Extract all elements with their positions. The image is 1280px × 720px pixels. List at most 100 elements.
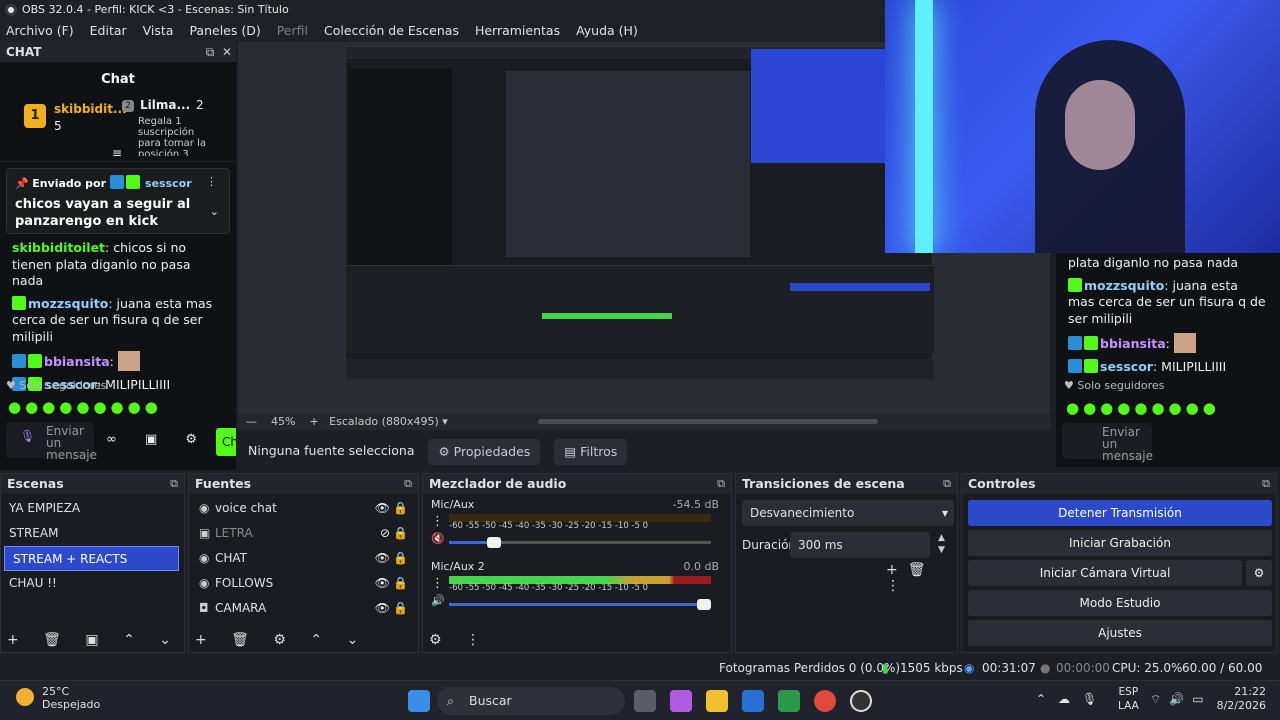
volume-slider[interactable]	[449, 537, 711, 548]
source-item[interactable]: ◘ CAMARA 👁 🔒	[189, 596, 418, 621]
emote-bar: ●●●●●●●●●	[1066, 399, 1220, 417]
gear-icon: ⚙	[438, 443, 454, 459]
start-recording-button[interactable]: Iniciar Grabación	[968, 530, 1272, 556]
sources-dock: Fuentes ⧉ ◉ voice chat 👁 🔒 ▣ LETRA ⊘ 🔒 ◉ CHAT 👁 🔒 …	[188, 473, 419, 653]
task-view-icon[interactable]	[634, 690, 656, 712]
duration-stepper[interactable]: ▲ ▼	[938, 532, 945, 556]
more-icon[interactable]: ⋮	[431, 514, 444, 529]
menu-vista[interactable]: Vista	[137, 20, 180, 42]
float-icon[interactable]: ⧉	[170, 474, 178, 494]
speaker-icon[interactable]: 🔊	[431, 594, 445, 607]
menu-paneles[interactable]: Paneles (D)	[183, 20, 266, 42]
meter-ticks: -60 -55 -50 -45 -40 -35 -30 -25 -20 -15 …	[449, 583, 649, 593]
sources-title: Fuentes	[195, 476, 252, 491]
chat-message: bbiansita:	[0, 351, 236, 371]
sheets-icon[interactable]	[778, 690, 800, 712]
float-icon[interactable]: ⧉	[717, 474, 725, 494]
taskbar-search[interactable]: ⌕ Buscar	[437, 687, 625, 715]
weather-widget[interactable]: 25°C Despejado	[16, 685, 100, 711]
filters-button[interactable]: ▤ Filtros	[554, 438, 628, 465]
preview-scrollbar[interactable]	[538, 419, 878, 424]
start-virtualcam-button[interactable]: Iniciar Cámara Virtual	[968, 560, 1242, 586]
menu-archivo[interactable]: Archivo (F)	[0, 20, 80, 42]
scene-toolbar[interactable]: + 🗑 ▣ ⌃ ⌄	[7, 632, 181, 648]
scene-item-selected[interactable]: STREAM + REACTS	[4, 546, 179, 571]
leader2-note: Regala 1 suscripción para tomar la posic…	[138, 116, 206, 156]
scaled-label[interactable]: Escalado (880x495)	[329, 415, 439, 428]
menu-lines-icon[interactable]: ≡	[112, 146, 122, 160]
transition-select[interactable]: Desvanecimiento ▾	[742, 500, 954, 526]
track-name: Mic/Aux 2	[431, 560, 485, 573]
leaderboard: 1 skibbidit... 5 2 Lilma... 2 Regala 1 s…	[0, 96, 236, 162]
chrome-icon[interactable]	[814, 690, 836, 712]
clock[interactable]: 21:22 8/2/2026	[1217, 685, 1266, 713]
float-icon[interactable]: ⧉	[404, 474, 412, 494]
pinned-message: 📌 Enviado por sesscor ⋮ chicos vayan a s…	[6, 168, 230, 234]
scene-item[interactable]: CHAU !!	[1, 571, 184, 596]
browser-icon: ◉	[199, 501, 210, 515]
language-indicator[interactable]: ESP LAA	[1118, 685, 1139, 713]
copilot-icon[interactable]	[670, 690, 692, 712]
leader1-name: skibbidit...	[54, 102, 127, 116]
volume-slider[interactable]	[449, 599, 711, 610]
virtualcam-settings-icon[interactable]: ⚙	[1246, 560, 1272, 586]
record-time: 00:00:00	[1056, 661, 1110, 675]
menu-perfil[interactable]: Perfil	[271, 20, 314, 42]
source-item[interactable]: ▣ LETRA ⊘ 🔒	[189, 521, 418, 546]
chevron-down-icon[interactable]: ⌄	[210, 205, 219, 218]
float-icon[interactable]: ⧉	[943, 474, 951, 494]
menu-ayuda[interactable]: Ayuda (H)	[570, 20, 644, 42]
source-item[interactable]: ◉ FOLLOWS 👁 🔒	[189, 571, 418, 596]
pinned-text: chicos vayan a seguir al panzarengo en k…	[15, 197, 191, 229]
scene-item[interactable]: YA EMPIEZA	[1, 496, 184, 521]
transition-toolbar[interactable]: +🗑⋮	[886, 562, 957, 594]
stop-stream-button[interactable]: Detener Transmisión	[968, 500, 1272, 526]
word-icon[interactable]	[742, 690, 764, 712]
eye-icon: 👁	[374, 601, 390, 615]
obs-icon[interactable]	[850, 690, 872, 712]
chat-tools[interactable]: ∞ ▣ ⚙	[106, 432, 209, 447]
settings-button[interactable]: Ajustes	[968, 620, 1272, 646]
more-icon[interactable]: ⋮	[431, 576, 444, 591]
chevron-down-icon[interactable]: ▾	[442, 415, 448, 428]
record-icon: ●	[1040, 661, 1051, 675]
sub-badge-icon	[125, 175, 140, 189]
chat-dock-title: CHAT	[6, 45, 42, 59]
source-toolbar[interactable]: + 🗑 ⚙ ⌃ ⌄	[195, 632, 368, 648]
studio-mode-button[interactable]: Modo Estudio	[968, 590, 1272, 616]
menu-herramientas[interactable]: Herramientas	[469, 20, 566, 42]
lock-icon: 🔒	[393, 576, 408, 590]
file-explorer-icon[interactable]	[706, 690, 728, 712]
scene-item[interactable]: STREAM	[1, 521, 184, 546]
rank-1-icon: 1	[24, 104, 46, 128]
duration-field[interactable]: 300 ms	[790, 532, 930, 558]
emote-icon	[117, 351, 140, 371]
float-icon[interactable]: ⧉	[1262, 474, 1270, 494]
zoom-in-icon[interactable]: +	[309, 415, 318, 428]
menu-editar[interactable]: Editar	[84, 20, 133, 42]
speaker-muted-icon[interactable]: 🔇	[431, 532, 445, 545]
chat-message: sesscor: MILIPILLIIII	[1056, 359, 1280, 376]
chat-input[interactable]: 🎙 Enviar un mensaje	[6, 422, 97, 461]
more-icon[interactable]: ⋮	[206, 175, 217, 188]
send-chat-button[interactable]: Chat	[216, 428, 236, 456]
bitrate: 1505 kbps	[900, 661, 963, 675]
mixer-toolbar[interactable]: ⚙ ⋮	[429, 632, 490, 648]
nested-obs-capture	[345, 46, 934, 379]
start-icon[interactable]	[408, 690, 430, 712]
chat-message: skibbiditoilet: chicos si no tienen plat…	[12, 240, 191, 288]
controls-dock: Controles ⧉ Detener Transmisión Iniciar G…	[961, 473, 1277, 653]
tray-icons[interactable]: ⌃☁🎙	[1036, 692, 1109, 706]
source-item[interactable]: ◉ CHAT 👁 🔒	[189, 546, 418, 571]
chat-message: mozzsquito: juana esta mas cerca de ser …	[12, 295, 213, 344]
taskbar: 25°C Despejado ⌕ Buscar ⌃☁🎙 ESP LAA ⌔🔊▭ 2…	[0, 680, 1280, 720]
zoom-out-icon[interactable]: —	[246, 415, 257, 428]
emote-bar[interactable]: ●●●●●●●●●	[8, 398, 162, 416]
close-icon[interactable]: ✕	[222, 45, 232, 59]
properties-button[interactable]: ⚙ Propiedades	[428, 438, 541, 465]
mic-icon[interactable]: 🎙	[20, 430, 35, 442]
menu-coleccion[interactable]: Colección de Escenas	[318, 20, 465, 42]
network-volume-battery-icons[interactable]: ⌔🔊▭	[1150, 692, 1212, 707]
source-item[interactable]: ◉ voice chat 👁 🔒	[189, 496, 418, 521]
float-icon[interactable]: ⧉	[206, 45, 215, 59]
